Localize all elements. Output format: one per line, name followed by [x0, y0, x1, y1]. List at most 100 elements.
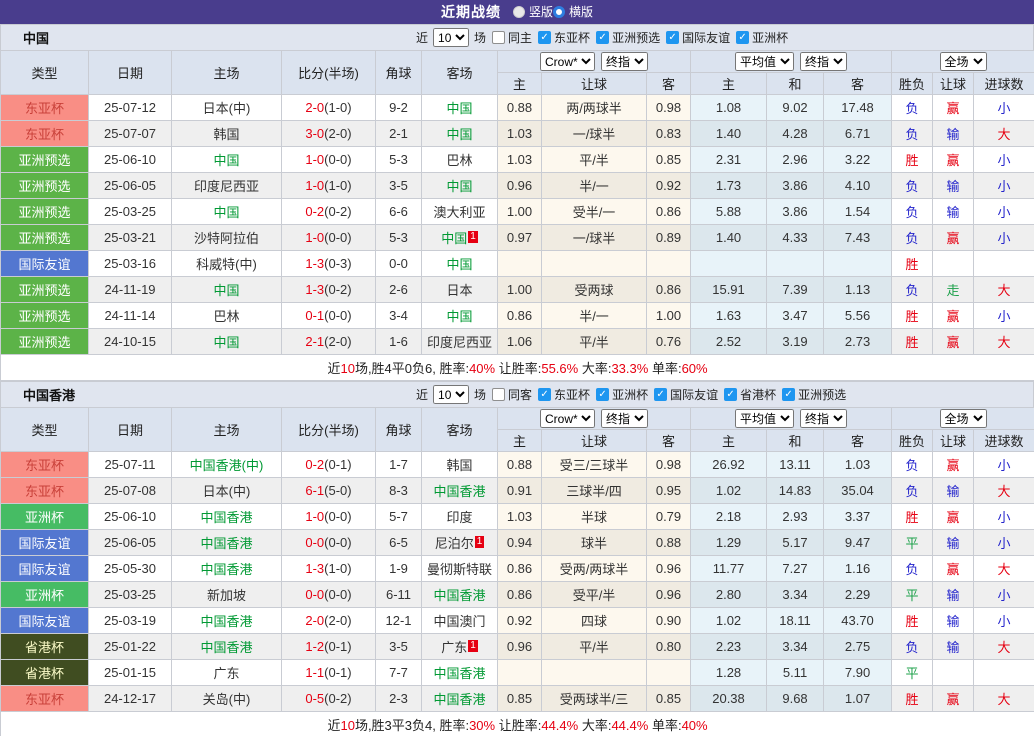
odds-source-select[interactable]: 终指 — [601, 52, 648, 71]
match-count-select[interactable]: 10 — [433, 28, 470, 47]
fulltime-score: 1-3 — [305, 256, 325, 271]
checkbox[interactable]: ✓ — [538, 388, 552, 401]
checkbox[interactable]: ✓ — [654, 388, 668, 401]
match-type-cell: 东亚杯 — [0, 477, 89, 504]
odds-away-cell: 0.86 — [645, 276, 692, 303]
avg-away-cell: 7.43 — [823, 224, 893, 251]
checkbox[interactable]: ✓ — [666, 31, 680, 44]
score-cell: 2-0(1-0) — [281, 94, 376, 121]
summary-segment: 40% — [681, 718, 708, 733]
checkbox[interactable]: ✓ — [782, 388, 796, 401]
summary-segment: 10 — [340, 361, 355, 376]
odds-source-select[interactable]: 平均值 — [735, 409, 795, 428]
goals-result-cell: 大 — [973, 477, 1034, 504]
corner-cell: 1-6 — [375, 328, 422, 355]
odds-source-select[interactable]: Crow* — [540, 52, 595, 71]
corner-cell: 9-2 — [375, 94, 422, 121]
team-name-text: 中国 — [446, 127, 473, 142]
checkbox[interactable] — [492, 31, 506, 44]
select-wrap: Crow* 终指 — [499, 52, 690, 71]
odds-source-select[interactable]: 终指 — [800, 409, 848, 428]
near-label: 近 — [416, 388, 429, 402]
result-text: 输 — [946, 127, 960, 142]
date-cell: 25-07-11 — [88, 451, 172, 478]
team-name-text: 中国 — [213, 153, 240, 168]
table-body: 东亚杯 25-07-12 日本(中) 2-0(1-0) 9-2 中国 0.88 两/两球半 0.… — [0, 94, 1034, 355]
result-text: 胜 — [905, 335, 919, 350]
fulltime-score: 0-0 — [305, 587, 325, 602]
result-text: 赢 — [946, 153, 960, 168]
column-header: 日期 — [88, 50, 172, 95]
home-team-cell: 韩国 — [171, 120, 282, 147]
handicap-cell: 两/两球半 — [541, 94, 647, 121]
radio-icon[interactable] — [512, 5, 525, 18]
score-cell: 1-0(0-0) — [281, 224, 376, 251]
home-team-cell: 新加坡 — [171, 581, 282, 608]
avg-home-cell: 26.92 — [690, 451, 768, 478]
avg-away-cell: 4.10 — [823, 172, 893, 199]
team-name-text: 中国香港(中) — [189, 458, 264, 473]
odds-group-header: 全场 — [891, 50, 1034, 73]
date-cell: 25-03-25 — [88, 198, 172, 225]
match-type-cell: 省港杯 — [0, 633, 89, 660]
avg-draw-cell: 13.11 — [766, 451, 825, 478]
checkbox[interactable]: ✓ — [736, 31, 750, 44]
match-count-select[interactable]: 10 — [433, 385, 470, 404]
sub-column-header: 让球 — [541, 72, 647, 95]
result-text: 输 — [946, 536, 960, 551]
odds-home-cell: 0.91 — [497, 477, 542, 504]
competition-filter-label: 亚洲杯 — [612, 388, 649, 402]
goals-result-cell: 小 — [973, 172, 1034, 199]
avg-away-cell: 2.29 — [823, 581, 893, 608]
match-type-cell: 省港杯 — [0, 659, 89, 686]
checkbox[interactable]: ✓ — [596, 388, 610, 401]
odds-source-select[interactable]: 全场 — [939, 409, 987, 428]
halftime-score: (0-0) — [324, 308, 352, 323]
layout-radio[interactable]: 横版 — [553, 3, 593, 20]
summary-cell: 近10场,胜4平0负6, 胜率:40% 让胜率:55.6% 大率:33.3% 单… — [0, 354, 1034, 381]
checkbox[interactable] — [492, 388, 506, 401]
titlebar: 近期战绩 竖版 横版 — [0, 0, 1034, 24]
match-type-cell: 亚洲预选 — [0, 172, 89, 199]
odds-source-select[interactable]: 终指 — [800, 52, 848, 71]
checkbox[interactable]: ✓ — [724, 388, 738, 401]
result-cell: 平 — [891, 581, 934, 608]
handicap-result-cell: 赢 — [932, 146, 975, 173]
team-name-text: 中国 — [213, 283, 240, 298]
avg-away-cell: 7.90 — [823, 659, 893, 686]
odds-home-cell: 0.92 — [497, 607, 542, 634]
result-cell: 胜 — [891, 250, 934, 277]
avg-draw-cell: 7.39 — [766, 276, 825, 303]
team-name-text: 巴林 — [446, 153, 473, 168]
corner-cell: 1-9 — [375, 555, 422, 582]
table-summary: 近10场,胜4平0负6, 胜率:40% 让胜率:55.6% 大率:33.3% 单… — [0, 354, 1034, 381]
result-text: 负 — [905, 458, 919, 473]
odds-source-select[interactable]: 全场 — [939, 52, 987, 71]
avg-draw-cell — [766, 250, 825, 277]
goals-result-cell: 大 — [973, 120, 1034, 147]
result-text: 小 — [997, 205, 1011, 220]
team-name-text: 中国 — [446, 257, 473, 272]
layout-radio[interactable]: 竖版 — [512, 3, 553, 20]
checkbox[interactable]: ✓ — [538, 31, 552, 44]
odds-source-select[interactable]: 平均值 — [735, 52, 795, 71]
avg-draw-cell: 2.93 — [766, 503, 825, 530]
away-team-cell: 中国 1 — [421, 224, 498, 251]
result-text: 赢 — [946, 458, 960, 473]
checkbox[interactable]: ✓ — [596, 31, 610, 44]
radio-icon[interactable] — [553, 5, 565, 18]
select-wrap: 平均值 终指 — [692, 52, 891, 71]
team-name-text: 巴林 — [213, 309, 240, 324]
corner-cell: 2-1 — [375, 120, 422, 147]
score-cell: 1-3(0-3) — [281, 250, 376, 277]
handicap-cell — [541, 659, 647, 686]
corner-cell: 8-3 — [375, 477, 422, 504]
handicap-cell: 半/一 — [541, 172, 647, 199]
odds-source-select[interactable]: Crow* — [540, 409, 595, 428]
competition-filter-label: 国际友谊 — [682, 31, 731, 45]
odds-source-select[interactable]: 终指 — [601, 409, 648, 428]
away-team-cell: 尼泊尔 1 — [421, 529, 498, 556]
odds-group-header: 平均值 终指 — [690, 50, 893, 73]
date-cell: 25-07-12 — [88, 94, 172, 121]
halftime-score: (0-0) — [324, 587, 352, 602]
